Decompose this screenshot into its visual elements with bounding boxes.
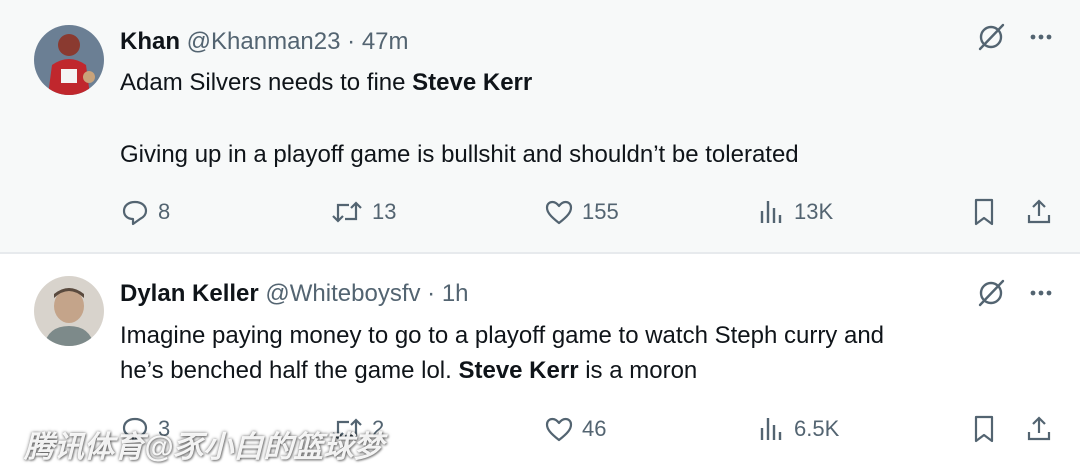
like-icon (545, 417, 573, 442)
reply-count: 3 (158, 416, 171, 441)
retweet-icon (332, 201, 362, 223)
views-icon (760, 201, 782, 223)
like-button[interactable]: 155 (544, 192, 619, 232)
tweet-text-line-1: Imagine paying money to go to a playoff … (120, 322, 885, 349)
handle[interactable]: @Whiteboysfv (265, 280, 420, 307)
separator: · (427, 280, 436, 307)
reply-button[interactable]: 8 (120, 192, 170, 232)
bookmark-button[interactable] (970, 409, 998, 449)
bookmark-icon (974, 415, 994, 443)
display-name[interactable]: Dylan Keller (120, 280, 259, 307)
mention-bold: Steve Kerr (412, 69, 533, 96)
share-icon (1027, 416, 1051, 441)
action-bar: 8 13 155 13K (0, 192, 1080, 232)
share-icon (1027, 199, 1051, 224)
reply-count: 8 (158, 199, 171, 224)
tweet-2[interactable]: Dylan Keller @Whiteboysfv · 1h Imagine p… (0, 254, 1080, 474)
tweet-text: Imagine paying money to go to a playoff … (120, 318, 1020, 388)
tweet-header: Dylan Keller @Whiteboysfv · 1h (120, 280, 469, 308)
reply-icon (122, 417, 148, 443)
tweet-header: Khan @Khanman23 · 47m (120, 28, 409, 56)
share-button[interactable] (1024, 409, 1054, 449)
like-icon (545, 200, 573, 225)
views-icon (760, 418, 782, 440)
action-bar: 3 2 46 6.5K (0, 409, 1080, 449)
tweet-text-line-1: Adam Silvers needs to fine Steve Kerr (120, 65, 1020, 100)
grok-icon[interactable] (976, 278, 1006, 308)
reply-button[interactable]: 3 (120, 409, 170, 449)
more-icon[interactable] (1028, 280, 1054, 306)
timestamp[interactable]: 47m (362, 28, 409, 55)
timestamp[interactable]: 1h (442, 280, 469, 307)
like-button[interactable]: 46 (544, 409, 606, 449)
grok-icon[interactable] (976, 22, 1006, 52)
avatar[interactable] (34, 25, 104, 95)
display-name[interactable]: Khan (120, 28, 180, 55)
more-icon[interactable] (1028, 24, 1054, 50)
tweet-text: is a moron (578, 357, 698, 384)
separator: · (347, 28, 356, 55)
tweet-1[interactable]: Khan @Khanman23 · 47m Adam Silvers needs… (0, 0, 1080, 252)
bookmark-icon (974, 198, 994, 226)
view-count: 13K (794, 199, 834, 224)
views-button[interactable]: 13K (758, 192, 833, 232)
handle[interactable]: @Khanman23 (187, 28, 341, 55)
views-button[interactable]: 6.5K (758, 409, 839, 449)
avatar[interactable] (34, 276, 104, 346)
view-count: 6.5K (794, 416, 840, 441)
retweet-icon (332, 418, 362, 440)
retweet-button[interactable]: 13 (330, 192, 396, 232)
retweet-count: 13 (372, 199, 397, 224)
tweet-text-line-2: Giving up in a playoff game is bullshit … (120, 141, 799, 168)
retweet-count: 2 (372, 416, 385, 441)
like-count: 155 (582, 199, 619, 224)
mention-bold: Steve Kerr (458, 357, 579, 384)
bookmark-button[interactable] (970, 192, 998, 232)
like-count: 46 (582, 416, 607, 441)
share-button[interactable] (1024, 192, 1054, 232)
reply-icon (122, 200, 148, 226)
tweet-text: he’s benched half the game lol. (120, 357, 459, 384)
tweet-top-icons (976, 278, 1054, 308)
tweet-top-icons (976, 22, 1054, 52)
retweet-button[interactable]: 2 (330, 409, 384, 449)
tweet-text-line-2: he’s benched half the game lol. Steve Ke… (120, 353, 1020, 388)
tweet-text: Adam Silvers needs to fine (120, 69, 413, 96)
